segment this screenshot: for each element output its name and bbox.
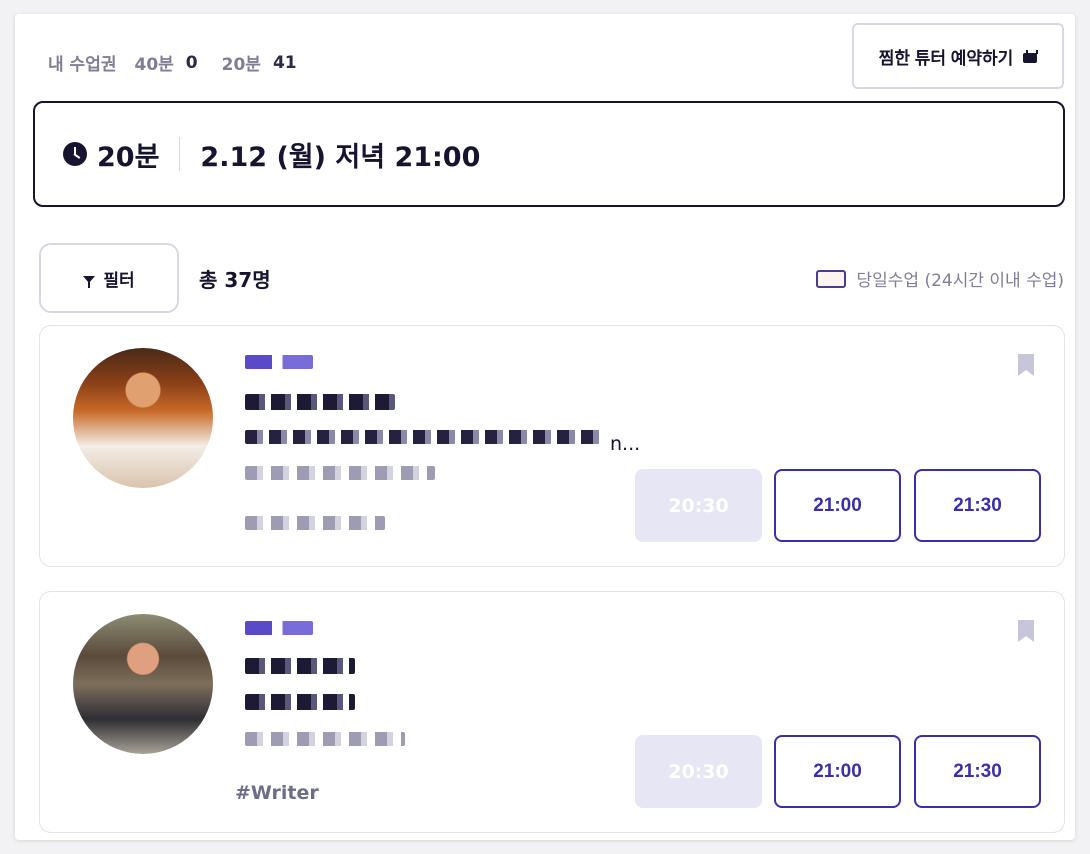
- tutor-card[interactable]: #Writer 20:30 21:00 21:30: [39, 591, 1065, 833]
- calendar-icon: [1023, 49, 1039, 63]
- tutor-avatar: [73, 348, 213, 488]
- tutor-badges-blurred: [245, 621, 313, 635]
- tutor-intro-blurred: [245, 430, 605, 444]
- time-slot-disabled: 20:30: [635, 469, 762, 542]
- tutor-hashtag[interactable]: #Writer: [235, 782, 319, 804]
- bookmark-icon[interactable]: [1018, 620, 1034, 642]
- selected-time-box[interactable]: 20분 2.12 (월) 저녁 21:00: [33, 101, 1065, 207]
- clock-icon: [63, 142, 87, 166]
- credits-summary: 내 수업권 40분 0 20분 41: [48, 50, 321, 76]
- selected-datetime: 2.12 (월) 저녁 21:00: [200, 141, 481, 173]
- selected-duration: 20분: [97, 141, 160, 173]
- time-slot[interactable]: 21:30: [914, 735, 1041, 808]
- tutor-name-blurred: [245, 658, 355, 674]
- tutor-intro-blurred: [245, 694, 355, 710]
- credits-title: 내 수업권: [48, 55, 117, 75]
- filter-icon: [83, 275, 96, 288]
- bookmark-icon[interactable]: [1018, 354, 1034, 376]
- divider: [179, 137, 181, 171]
- tutor-info-blurred: [245, 466, 435, 480]
- tutor-tags-blurred: [245, 516, 385, 530]
- same-day-legend: 당일수업 (24시간 이내 수업): [816, 266, 1064, 291]
- favorite-tutor-booking-button[interactable]: 찜한 튜터 예약하기: [852, 23, 1064, 89]
- tutor-name-blurred: [245, 394, 395, 410]
- tutor-badges-blurred: [245, 355, 313, 369]
- legend-swatch: [816, 269, 847, 288]
- credit-40: 40분 0: [134, 52, 198, 76]
- tutor-count: 총 37명: [199, 268, 271, 292]
- credit-20: 20분 41: [221, 52, 297, 76]
- filter-button[interactable]: 필터: [39, 243, 179, 313]
- time-slot[interactable]: 21:30: [914, 469, 1041, 542]
- tutor-avatar: [73, 614, 213, 754]
- tutor-info-blurred: [245, 732, 405, 746]
- tutor-intro-ellipsis: n...: [610, 433, 641, 455]
- time-slot[interactable]: 21:00: [774, 735, 901, 808]
- tutor-card[interactable]: n... 20:30 21:00 21:30: [39, 325, 1065, 567]
- time-slot[interactable]: 21:00: [774, 469, 901, 542]
- time-slot-disabled: 20:30: [635, 735, 762, 808]
